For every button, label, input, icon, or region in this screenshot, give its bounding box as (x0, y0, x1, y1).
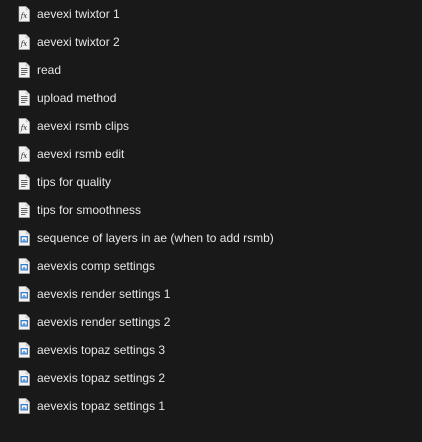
file-list-item[interactable]: tips for smoothness (0, 196, 422, 224)
file-list-item[interactable]: aevexis render settings 1 (0, 280, 422, 308)
file-list-item[interactable]: read (0, 56, 422, 84)
text-document-icon (18, 202, 30, 218)
file-list-item[interactable]: sequence of layers in ae (when to add rs… (0, 224, 422, 252)
file-name: aevexi twixtor 1 (37, 7, 120, 21)
image-file-icon (18, 314, 30, 330)
file-list-item[interactable]: aevexis topaz settings 2 (0, 364, 422, 392)
image-file-icon (18, 286, 30, 302)
svg-text:fx: fx (20, 124, 28, 132)
file-list-item[interactable]: fx aevexi rsmb edit (0, 140, 422, 168)
image-file-icon (18, 230, 30, 246)
file-list-item[interactable]: tips for quality (0, 168, 422, 196)
file-list-item[interactable]: upload method (0, 84, 422, 112)
file-name: aevexi rsmb edit (37, 147, 125, 161)
image-file-icon (18, 258, 30, 274)
file-list: fx aevexi twixtor 1 fx aevexi twixtor 2 … (0, 0, 422, 442)
text-document-icon (18, 174, 30, 190)
file-name: sequence of layers in ae (when to add rs… (37, 231, 274, 245)
file-name: aevexi rsmb clips (37, 119, 130, 133)
effect-preset-icon: fx (18, 34, 30, 50)
text-document-icon (18, 90, 30, 106)
file-name: aevexis topaz settings 1 (37, 399, 166, 413)
file-name: aevexi twixtor 2 (37, 35, 120, 49)
file-name: aevexis render settings 2 (37, 315, 171, 329)
file-list-item[interactable]: fx aevexi twixtor 1 (0, 0, 422, 28)
file-list-item[interactable]: aevexis comp settings (0, 252, 422, 280)
effect-preset-icon: fx (18, 118, 30, 134)
file-list-item[interactable]: aevexis render settings 2 (0, 308, 422, 336)
file-name: aevexis topaz settings 2 (37, 371, 166, 385)
file-list-item[interactable]: fx aevexi rsmb clips (0, 112, 422, 140)
file-name: tips for quality (37, 175, 112, 189)
text-document-icon (18, 62, 30, 78)
svg-text:fx: fx (20, 12, 28, 20)
file-name: tips for smoothness (37, 203, 142, 217)
file-name: upload method (37, 91, 117, 105)
svg-text:fx: fx (20, 40, 28, 48)
svg-text:fx: fx (20, 152, 28, 160)
file-name: aevexis comp settings (37, 259, 156, 273)
file-list-item[interactable]: aevexis topaz settings 3 (0, 336, 422, 364)
file-list-item[interactable]: fx aevexi twixtor 2 (0, 28, 422, 56)
file-name: aevexis render settings 1 (37, 287, 171, 301)
file-name: aevexis topaz settings 3 (37, 343, 166, 357)
effect-preset-icon: fx (18, 6, 30, 22)
image-file-icon (18, 370, 30, 386)
file-name: read (37, 63, 62, 77)
image-file-icon (18, 342, 30, 358)
image-file-icon (18, 398, 30, 414)
file-list-item[interactable]: aevexis topaz settings 1 (0, 392, 422, 420)
effect-preset-icon: fx (18, 146, 30, 162)
